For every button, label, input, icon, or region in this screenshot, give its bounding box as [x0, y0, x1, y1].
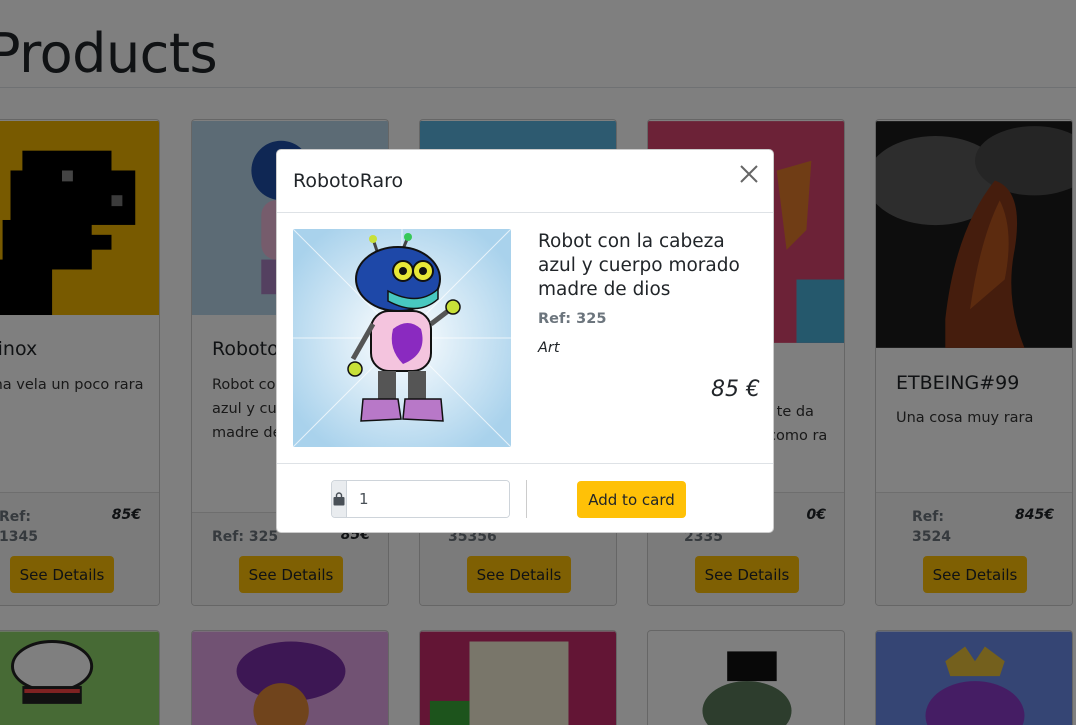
- modal-title: RobotoRaro: [293, 170, 404, 192]
- modal-body: Robot con la cabeza azul y cuerpo morado…: [277, 213, 773, 463]
- modal-footer: Add to card: [277, 463, 773, 534]
- quantity-input[interactable]: [347, 481, 509, 517]
- product-image: [293, 229, 511, 447]
- product-category: Art: [538, 340, 560, 356]
- qty-addon: [332, 481, 347, 517]
- product-ref: Ref: 325: [538, 311, 607, 327]
- product-modal: RobotoRaro Robot con la cabeza azul y cu…: [276, 149, 774, 533]
- footer-divider: [526, 480, 527, 518]
- modal-header: RobotoRaro: [277, 150, 773, 213]
- product-name: Robot con la cabeza azul y cuerpo morado…: [538, 231, 740, 300]
- product-price: 85 €: [711, 377, 760, 402]
- add-to-card-button[interactable]: Add to card: [577, 481, 686, 518]
- shopping-bag-icon: [333, 492, 345, 506]
- close-icon[interactable]: [737, 162, 761, 186]
- quantity-group: [331, 480, 510, 518]
